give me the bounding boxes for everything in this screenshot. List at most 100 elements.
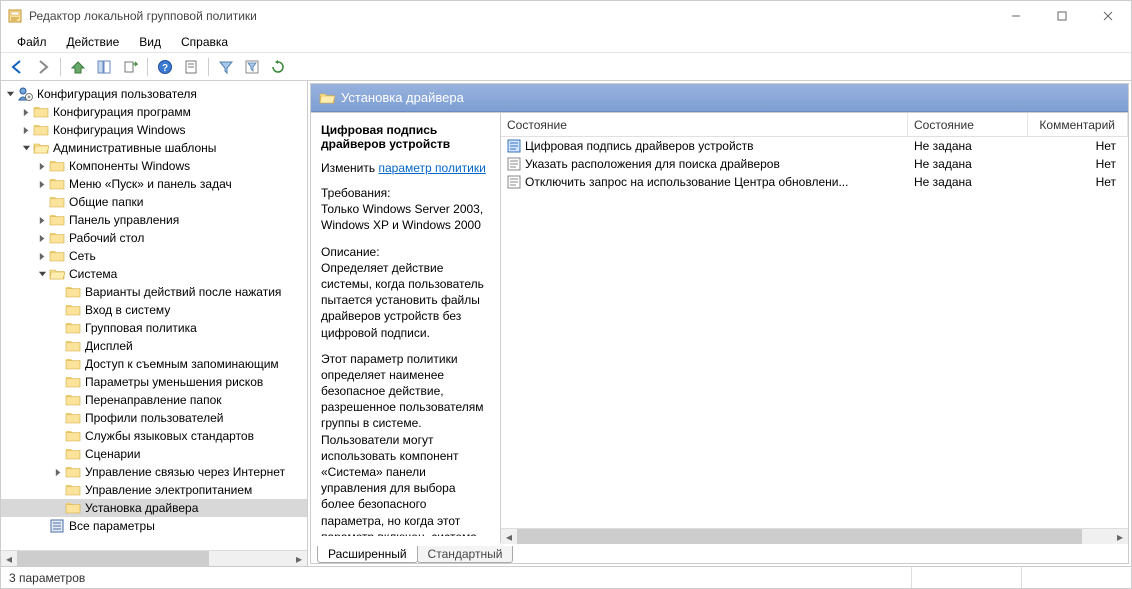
scroll-thumb[interactable] <box>17 551 209 567</box>
column-comment[interactable]: Комментарий <box>1028 113 1128 136</box>
tree-start-menu[interactable]: Меню «Пуск» и панель задач <box>1 175 307 193</box>
menu-action[interactable]: Действие <box>57 33 130 51</box>
setting-comment: Нет <box>1028 157 1128 171</box>
twisty-open-icon[interactable] <box>35 270 49 279</box>
folder-icon <box>65 410 81 426</box>
folder-icon <box>33 122 49 138</box>
show-hide-tree-button[interactable] <box>92 55 116 79</box>
back-button[interactable] <box>5 55 29 79</box>
tree-logon[interactable]: Вход в систему <box>1 301 307 319</box>
menu-file[interactable]: Файл <box>7 33 57 51</box>
tree-shared-folders[interactable]: Общие папки <box>1 193 307 211</box>
twisty-closed-icon[interactable] <box>19 108 33 117</box>
scroll-right-icon[interactable]: ▸ <box>291 551 307 567</box>
setting-row[interactable]: Цифровая подпись драйверов устройствНе з… <box>501 137 1128 155</box>
tree-user-profiles[interactable]: Профили пользователей <box>1 409 307 427</box>
menubar: Файл Действие Вид Справка <box>1 31 1131 53</box>
tab-standard[interactable]: Стандартный <box>417 546 514 563</box>
twisty-closed-icon[interactable] <box>35 234 49 243</box>
close-button[interactable] <box>1085 1 1131 31</box>
twisty-closed-icon[interactable] <box>35 216 49 225</box>
scroll-thumb[interactable] <box>517 529 1082 544</box>
twisty-open-icon[interactable] <box>19 144 33 153</box>
tree-control-panel[interactable]: Панель управления <box>1 211 307 229</box>
scroll-track[interactable] <box>17 551 291 567</box>
tree-internet-comm[interactable]: Управление связью через Интернет <box>1 463 307 481</box>
setting-highlight-icon <box>507 139 521 153</box>
tree-power-management[interactable]: Управление электропитанием <box>1 481 307 499</box>
forward-button[interactable] <box>31 55 55 79</box>
tree-windows-components[interactable]: Компоненты Windows <box>1 157 307 175</box>
setting-row[interactable]: Указать расположения для поиска драйверо… <box>501 155 1128 173</box>
minimize-button[interactable] <box>993 1 1039 31</box>
maximize-button[interactable] <box>1039 1 1085 31</box>
tree-mitigation-options[interactable]: Параметры уменьшения рисков <box>1 373 307 391</box>
properties-button[interactable] <box>179 55 203 79</box>
setting-state: Не задана <box>908 157 1028 171</box>
twisty-closed-icon[interactable] <box>35 162 49 171</box>
folder-icon <box>65 356 81 372</box>
tree-display[interactable]: Дисплей <box>1 337 307 355</box>
folder-icon <box>65 482 81 498</box>
tree-ctrl-alt-del[interactable]: Варианты действий после нажатия <box>1 283 307 301</box>
tree-all-settings[interactable]: Все параметры <box>1 517 307 535</box>
tree-network[interactable]: Сеть <box>1 247 307 265</box>
grid-hscrollbar[interactable]: ◂ ▸ <box>501 528 1128 544</box>
help-button[interactable] <box>153 55 177 79</box>
setting-row[interactable]: Отключить запрос на использование Центра… <box>501 173 1128 191</box>
folder-icon <box>49 230 65 246</box>
tree-group-policy[interactable]: Групповая политика <box>1 319 307 337</box>
twisty-closed-icon[interactable] <box>35 252 49 261</box>
reapply-filter-button[interactable] <box>266 55 290 79</box>
tree-hscrollbar[interactable]: ◂ ▸ <box>1 550 307 566</box>
tree-program-config[interactable]: Конфигурация программ <box>1 103 307 121</box>
status-pad-1 <box>911 567 1021 588</box>
up-button[interactable] <box>66 55 90 79</box>
detail-title: Цифровая подпись драйверов устройств <box>321 123 492 151</box>
folder-icon <box>65 284 81 300</box>
folder-icon <box>65 338 81 354</box>
separator <box>208 58 209 76</box>
separator <box>147 58 148 76</box>
scroll-track[interactable] <box>517 529 1112 544</box>
column-state[interactable]: Состояние <box>501 113 908 136</box>
settings-icon <box>49 518 65 534</box>
export-button[interactable] <box>118 55 142 79</box>
column-state-policy[interactable]: Состояние <box>908 113 1028 136</box>
window-title: Редактор локальной групповой политики <box>29 9 257 23</box>
filter-button[interactable] <box>214 55 238 79</box>
tree-removable-storage[interactable]: Доступ к съемным запоминающим <box>1 355 307 373</box>
twisty-closed-icon[interactable] <box>35 180 49 189</box>
grid-rows[interactable]: Цифровая подпись драйверов устройств Не з… <box>501 137 1128 528</box>
filter-options-button[interactable] <box>240 55 264 79</box>
twisty-closed-icon[interactable] <box>19 126 33 135</box>
tree-driver-install[interactable]: Установка драйвера <box>1 499 307 517</box>
tree-admin-templates[interactable]: Административные шаблоны <box>1 139 307 157</box>
twisty-open-icon[interactable] <box>3 90 17 99</box>
folder-icon <box>65 302 81 318</box>
tree-user-config[interactable]: Конфигурация пользователя <box>1 85 307 103</box>
menu-view[interactable]: Вид <box>129 33 171 51</box>
setting-name: Указать расположения для поиска драйверо… <box>525 157 780 171</box>
folder-open-icon <box>33 140 49 156</box>
tree-desktop[interactable]: Рабочий стол <box>1 229 307 247</box>
tab-extended[interactable]: Расширенный <box>317 546 418 563</box>
folder-open-icon <box>49 266 65 282</box>
detail-column: Цифровая подпись драйверов устройств Изм… <box>311 113 501 544</box>
twisty-closed-icon[interactable] <box>51 468 65 477</box>
scroll-right-icon[interactable]: ▸ <box>1112 529 1128 544</box>
scroll-left-icon[interactable]: ◂ <box>1 551 17 567</box>
menu-help[interactable]: Справка <box>171 33 238 51</box>
setting-name: Цифровая подпись драйверов устройств <box>525 139 754 153</box>
scroll-left-icon[interactable]: ◂ <box>501 529 517 544</box>
edit-policy-link[interactable]: параметр политики <box>378 161 485 175</box>
tree-scripts[interactable]: Сценарии <box>1 445 307 463</box>
tree-windows-config[interactable]: Конфигурация Windows <box>1 121 307 139</box>
settings-grid: Состояние Состояние Комментарий Цифровая… <box>501 113 1128 544</box>
statusbar: 3 параметров <box>1 566 1131 588</box>
tree-view[interactable]: Конфигурация пользователя Конфигурация п… <box>1 81 307 550</box>
tree-system[interactable]: Система <box>1 265 307 283</box>
tree-locale-services[interactable]: Службы языковых стандартов <box>1 427 307 445</box>
tree-folder-redirection[interactable]: Перенаправление папок <box>1 391 307 409</box>
pane-title: Установка драйвера <box>341 90 464 105</box>
